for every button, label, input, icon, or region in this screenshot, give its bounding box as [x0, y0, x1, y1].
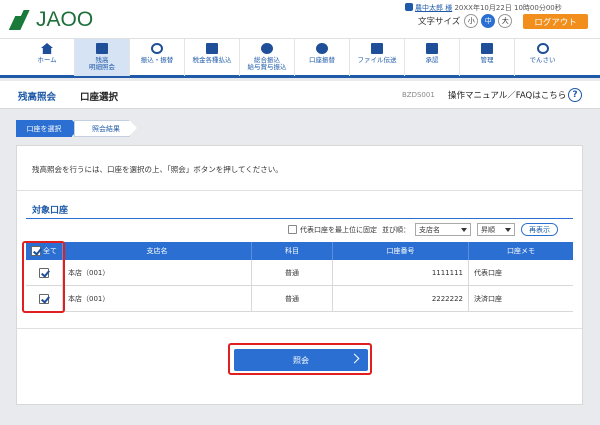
checkbox-column-highlight [22, 241, 65, 313]
account-type-cell: 普通 [252, 286, 333, 311]
table-row: 本店（001） 普通 1111111 代表口座 [26, 260, 573, 286]
admin-icon [481, 43, 493, 54]
section-title: 対象口座 [32, 206, 69, 216]
sort-order-select[interactable]: 昇順 [477, 223, 515, 236]
nav-item-file-transfer[interactable]: ファイル伝送 [350, 39, 405, 76]
nav-item-tax-payment[interactable]: 税金各種払込 [185, 39, 240, 76]
nav-item-home[interactable]: ホーム [20, 39, 75, 76]
pin-representative-label: 代表口座を最上位に固定 [300, 225, 377, 234]
account-number-cell: 2222222 [333, 286, 469, 311]
nav-label: 管理 [480, 56, 494, 64]
font-size-large-button[interactable]: 大 [498, 14, 513, 28]
nav-label: でんさい [529, 56, 556, 64]
densai-icon [536, 43, 549, 54]
branch-cell: 本店（001） [63, 260, 252, 285]
nav-label: ファイル伝送 [357, 56, 397, 64]
instruction-text: 残高照会を行うには、口座を選択の上、「照会」ボタンを押してください。 [32, 165, 283, 174]
header-account-number: 口座番号 [333, 242, 469, 260]
home-icon [41, 43, 53, 54]
step-indicator: 口座を選択 照会結果 [16, 120, 137, 137]
nav-item-account-transfer[interactable]: 口座振替 [295, 39, 350, 76]
step-inquiry-result: 照会結果 [74, 120, 137, 137]
account-table: 全て 支店名 科目 口座番号 口座メモ 本店（001） 普通 1111111 代… [26, 242, 573, 312]
logo-text: JAOO [36, 8, 94, 31]
sort-label: 並び順： [382, 225, 410, 234]
last-login-time: 20XX年10月22日 10時00分00秒 [454, 4, 562, 12]
file-transfer-icon [371, 43, 383, 54]
nav-item-bulk-transfer[interactable]: 総合振込 給与賞与振込 [240, 39, 295, 76]
app-header: JAOO 農中太郎 様 20XX年10月22日 10時00分00秒 文字サイズ … [0, 0, 600, 38]
header-branch: 支店名 [63, 242, 252, 260]
nav-item-approval[interactable]: 承認 [405, 39, 460, 76]
ja-logo[interactable]: JAOO [8, 8, 94, 32]
section-underline [26, 218, 573, 219]
divider [17, 190, 582, 191]
account-type-cell: 普通 [252, 260, 333, 285]
ja-logo-mark-icon [8, 10, 32, 30]
help-icon[interactable]: ? [568, 88, 582, 102]
header-account-type: 科目 [252, 242, 333, 260]
page-title: 残高照会 [18, 92, 57, 103]
nav-label: 総合振込 給与賞与振込 [247, 56, 287, 72]
user-info: 農中太郎 様 20XX年10月22日 10時00分00秒 [405, 3, 595, 13]
account-memo-cell: 代表口座 [474, 268, 502, 277]
account-number-cell: 1111111 [333, 260, 469, 285]
font-size-small-button[interactable]: 小 [464, 14, 479, 28]
inquiry-button-highlight [228, 343, 372, 375]
branch-cell: 本店（001） [63, 286, 252, 311]
transfer-icon [151, 43, 163, 54]
nav-label: 振込・振替 [140, 56, 174, 64]
nav-label: 残高 明細照会 [89, 56, 115, 72]
font-size-switcher: 文字サイズ 小 中 大 [418, 14, 515, 28]
table-row: 本店（001） 普通 2222222 決済口座 [26, 286, 573, 312]
page-subtitle: 口座選択 [80, 92, 119, 103]
table-controls: 代表口座を最上位に固定 並び順： 支店名 昇順 再表示 [288, 223, 558, 236]
step-select-account: 口座を選択 [16, 120, 80, 137]
main-nav: ホーム 残高 明細照会 振込・振替 税金各種払込 総合振込 給与賞与振込 口座振… [0, 38, 600, 78]
nav-item-admin[interactable]: 管理 [460, 39, 515, 76]
nav-item-densai[interactable]: でんさい [515, 39, 570, 76]
nav-label: 税金各種払込 [192, 56, 232, 64]
account-memo-cell: 決済口座 [474, 294, 502, 303]
sort-order-value: 昇順 [481, 225, 495, 234]
tax-payment-icon [206, 43, 218, 54]
sort-key-select[interactable]: 支店名 [415, 223, 471, 236]
bulk-transfer-icon [261, 43, 273, 54]
help-link[interactable]: 操作マニュアル／FAQはこちら [448, 89, 566, 101]
user-icon [405, 3, 413, 11]
user-name-link[interactable]: 農中太郎 様 [415, 4, 452, 12]
divider [17, 328, 582, 329]
pin-representative-checkbox[interactable] [288, 225, 297, 234]
font-size-medium-button[interactable]: 中 [481, 14, 496, 28]
nav-label: ホーム [37, 56, 57, 64]
page-title-bar: 残高照会 口座選択 BZDS001 操作マニュアル／FAQはこちら ? [0, 81, 600, 109]
chevron-down-icon [461, 227, 467, 232]
nav-label: 口座振替 [309, 56, 335, 64]
header-account-memo: 口座メモ [507, 247, 535, 255]
redisplay-button[interactable]: 再表示 [521, 223, 558, 236]
nav-item-transfer[interactable]: 振込・振替 [130, 39, 185, 76]
balance-icon [96, 43, 108, 54]
account-transfer-icon [316, 43, 328, 54]
nav-item-balance[interactable]: 残高 明細照会 [75, 39, 130, 76]
nav-label: 承認 [425, 56, 439, 64]
logout-button[interactable]: ログアウト [523, 14, 588, 29]
font-size-label: 文字サイズ [418, 17, 461, 27]
chevron-down-icon [505, 227, 511, 232]
table-header: 全て 支店名 科目 口座番号 口座メモ [26, 242, 573, 260]
approval-icon [426, 43, 438, 54]
screen-id: BZDS001 [402, 91, 435, 99]
sort-key-value: 支店名 [419, 225, 440, 234]
